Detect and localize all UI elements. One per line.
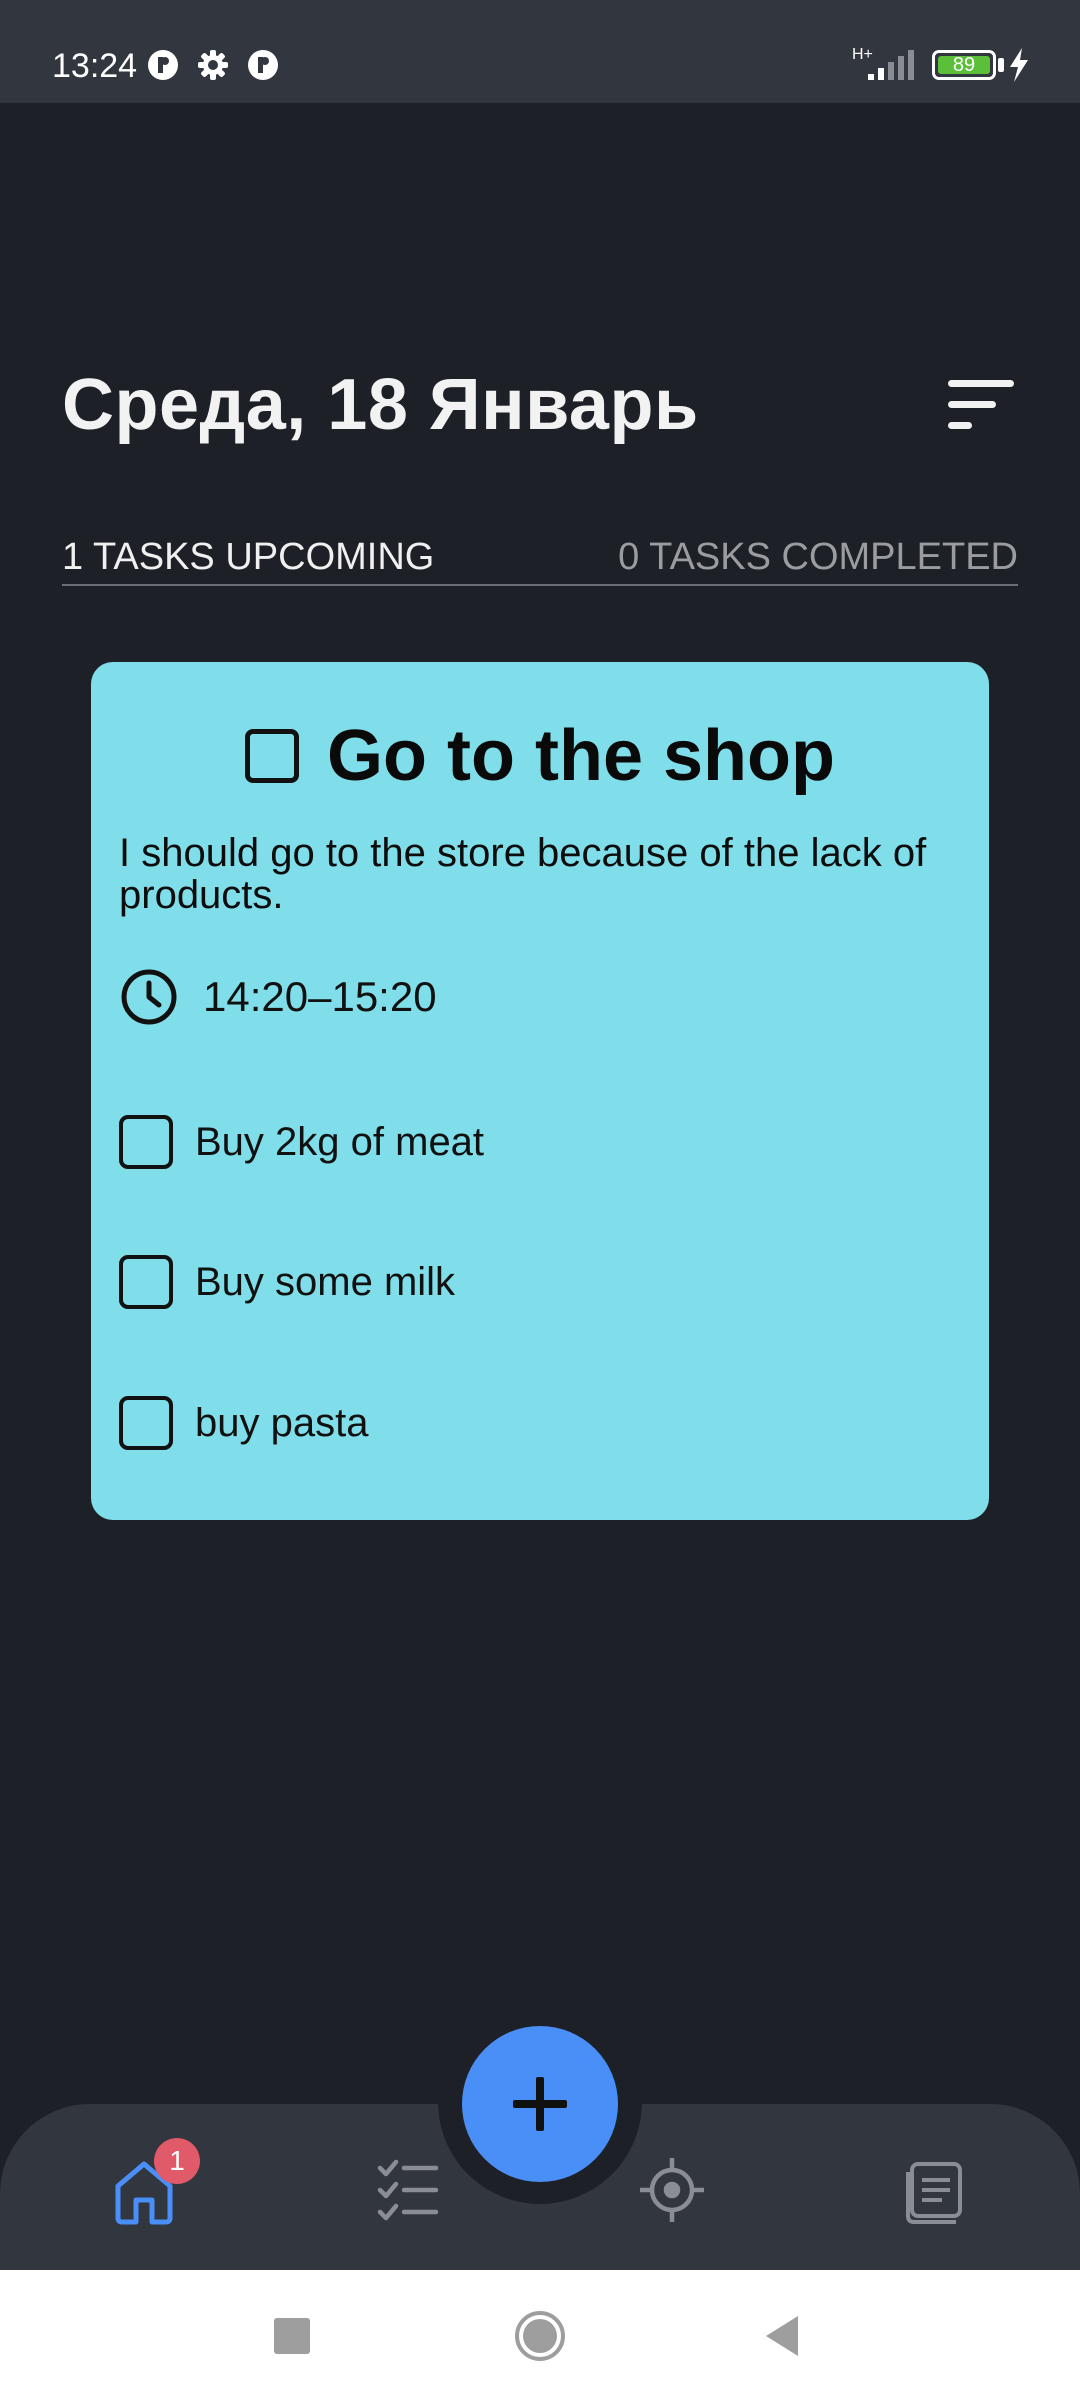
nav-checklist-button[interactable] <box>368 2150 448 2230</box>
task-time-row: 14:20–15:20 <box>119 964 437 1030</box>
task-checkbox[interactable] <box>245 729 300 783</box>
status-time: 13:24 <box>52 47 138 85</box>
subtask-label: buy pasta <box>195 1401 369 1445</box>
page-title: Среда, 18 Январь <box>62 365 699 445</box>
upcoming-count[interactable]: 1 TASKS UPCOMING <box>62 534 434 580</box>
charging-bolt-icon <box>1010 48 1028 82</box>
task-summary: 1 TASKS UPCOMING 0 TASKS COMPLETED <box>62 530 1018 586</box>
subtask-item[interactable]: Buy some milk <box>119 1252 455 1312</box>
battery-percent: 89 <box>952 54 976 76</box>
task-description: I should go to the store because of the … <box>119 831 927 917</box>
system-navigation-bar <box>0 2270 1080 2400</box>
home-circle-icon[interactable] <box>512 2308 568 2364</box>
subtask-label: Buy 2kg of meat <box>195 1120 485 1164</box>
task-card[interactable]: Go to the shop I should go to the store … <box>91 662 989 1520</box>
status-bar: 13:24 H+ 89 <box>0 0 1080 103</box>
recents-square-icon[interactable] <box>264 2308 320 2364</box>
task-title: Go to the shop <box>327 716 835 796</box>
app-notification-icon <box>148 50 178 80</box>
focus-target-icon <box>640 2158 704 2222</box>
nav-notes-button[interactable] <box>896 2150 976 2230</box>
signal-strength-icon <box>868 50 914 80</box>
subtask-checkbox[interactable] <box>119 1396 173 1450</box>
task-card-header: Go to the shop <box>91 712 989 802</box>
checklist-icon <box>377 2159 439 2221</box>
subtask-item[interactable]: Buy 2kg of meat <box>119 1112 484 1172</box>
sort-filter-button[interactable] <box>944 378 1018 432</box>
notes-icon <box>906 2162 962 2224</box>
back-triangle-icon[interactable] <box>756 2308 812 2364</box>
task-time: 14:20–15:20 <box>203 973 437 1020</box>
clock-icon <box>121 969 177 1025</box>
plus-icon <box>513 2077 567 2131</box>
app-notification-icon <box>248 50 278 80</box>
nav-focus-button[interactable] <box>632 2150 712 2230</box>
settings-gear-icon <box>198 50 228 80</box>
home-notification-badge: 1 <box>154 2138 200 2184</box>
app-screen: 13:24 H+ 89 Среда, 18 Январь 1 TASKS UPC… <box>0 0 1080 2400</box>
battery-icon: 89 <box>932 50 996 80</box>
subtask-checkbox[interactable] <box>119 1255 173 1309</box>
subtask-label: Buy some milk <box>195 1260 456 1304</box>
battery-tip <box>998 58 1004 72</box>
subtask-item[interactable]: buy pasta <box>119 1393 368 1453</box>
completed-count[interactable]: 0 TASKS COMPLETED <box>618 534 1018 580</box>
add-task-button[interactable] <box>462 2026 618 2182</box>
subtask-checkbox[interactable] <box>119 1115 173 1169</box>
